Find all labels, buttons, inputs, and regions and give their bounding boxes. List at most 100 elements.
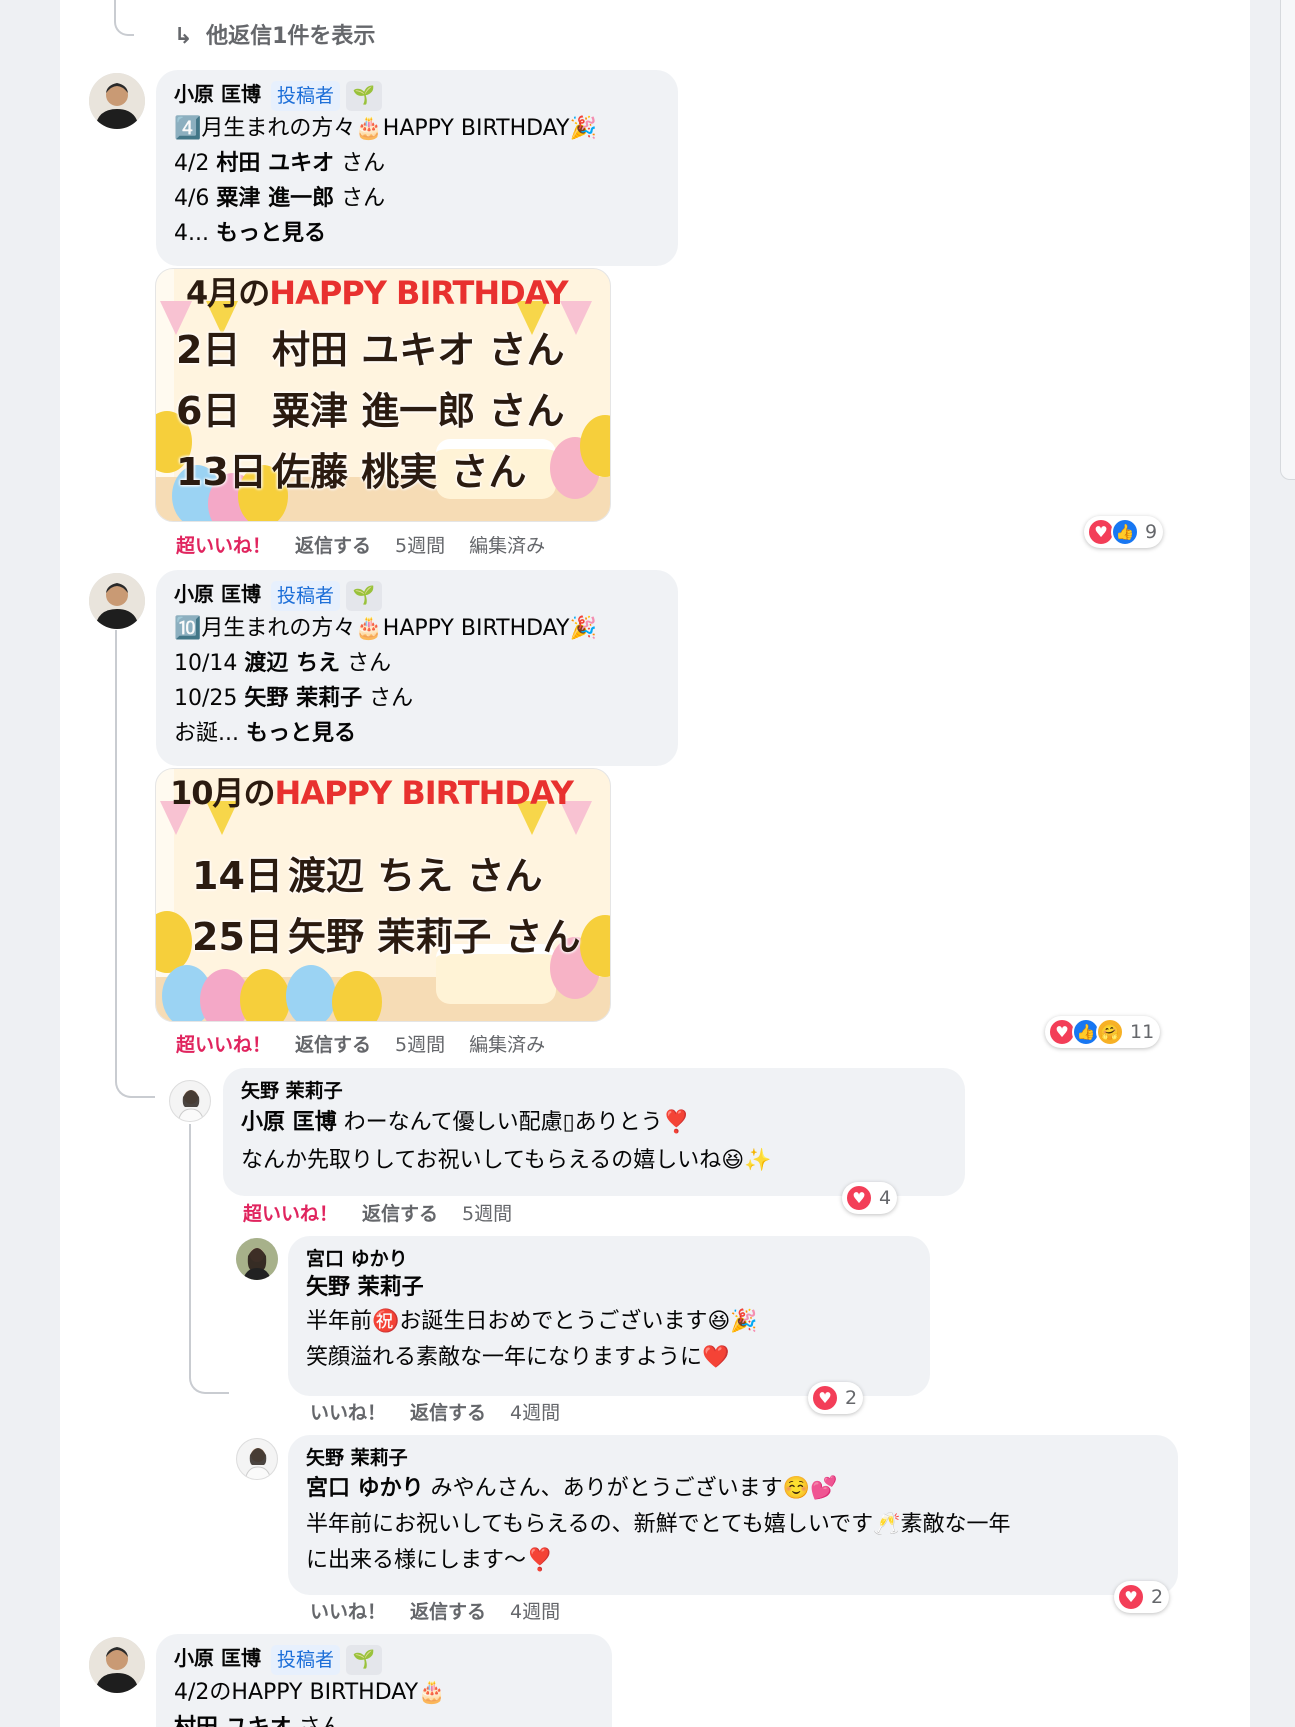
avatar[interactable] [89, 73, 145, 129]
comment-line: 10/25 矢野 茉莉子 さん [174, 685, 414, 711]
comment-line: 10/14 渡辺 ちえ さん [174, 650, 392, 676]
love-button[interactable]: 超いいね！ [176, 1034, 271, 1056]
author-badge: 投稿者 [270, 1644, 340, 1675]
timestamp[interactable]: 4週間 [510, 1601, 560, 1623]
reply-button[interactable]: 返信する [362, 1203, 438, 1225]
reaction-count: 9 [1145, 521, 1158, 543]
reply-bubble: 宮口 ゆかり 矢野 茉莉子 半年前㊗️お誕生日おめでとうございます😆🎉 笑顔溢れ… [288, 1236, 930, 1396]
scrollbar[interactable] [1280, 0, 1295, 480]
comment-author[interactable]: 小原 匡博 投稿者 🌱 [174, 80, 660, 111]
reply-actions: いいね！ 返信する 4週間 [310, 1400, 584, 1426]
sprout-icon: 🌱 [345, 580, 382, 611]
card-title: 10月のHAPPY BIRTHDAY [170, 774, 574, 812]
see-more-link[interactable]: もっと見る [246, 721, 356, 746]
sprout-icon: 🌱 [345, 1644, 382, 1675]
reaction-summary[interactable]: ♥ 2 [808, 1382, 864, 1414]
card-row: 25日 矢野 茉莉子 さん [192, 915, 581, 959]
mention[interactable]: 小原 匡博 [241, 1110, 337, 1135]
reply-button[interactable]: 返信する [410, 1601, 486, 1623]
reaction-summary[interactable]: ♥ 2 [1114, 1581, 1170, 1613]
mention[interactable]: 村田 ユキオ [174, 1715, 292, 1727]
mention[interactable]: 宮口 ゆかり [306, 1476, 424, 1501]
card-row: 2日 村田 ユキオ さん [176, 328, 565, 372]
like-button[interactable]: いいね！ [310, 1402, 386, 1424]
author-badge: 投稿者 [270, 80, 340, 111]
comment-feed: ↳ 他返信1件を表示 小原 匡博 投稿者 🌱 4️⃣月生まれの方々🎂HAPPY BI… [60, 0, 1250, 1727]
reply-line: に出来る様にします〜❣️ [306, 1548, 554, 1573]
see-more-link[interactable]: もっと見る [216, 221, 326, 246]
reply-line: 半年前にお祝いしてもらえるの、新鮮でとても嬉しいです🥂素敵な一年 [306, 1512, 1011, 1537]
birthday-image[interactable]: 10月のHAPPY BIRTHDAY 14日 渡辺 ちえ さん 25日 矢野 茉莉子… [155, 768, 611, 1022]
comment-line: 4/2 村田 ユキオ さん [174, 150, 386, 176]
timestamp[interactable]: 5週間 [462, 1203, 512, 1225]
author-name[interactable]: 小原 匡博 [174, 82, 261, 106]
reaction-count: 2 [1151, 1586, 1164, 1608]
reaction-count: 11 [1130, 1021, 1155, 1043]
avatar[interactable] [236, 1438, 278, 1480]
author-name[interactable]: 小原 匡博 [174, 582, 261, 606]
reply-actions: 超いいね！ 返信する 5週間 [243, 1201, 536, 1227]
comment-bubble: 小原 匡博 投稿者 🌱 4️⃣月生まれの方々🎂HAPPY BIRTHDAY🎉 4/2… [156, 70, 678, 266]
reply-button[interactable]: 返信する [295, 1034, 371, 1056]
like-icon: 👍 [1111, 518, 1139, 546]
heart-icon: ♥ [1117, 1583, 1145, 1611]
reply-actions: いいね！ 返信する 4週間 [310, 1599, 584, 1625]
edited-label: 編集済み [469, 1034, 546, 1056]
thread-line [115, 630, 155, 1098]
timestamp[interactable]: 4週間 [510, 1402, 560, 1424]
reply-button[interactable]: 返信する [410, 1402, 486, 1424]
like-button[interactable]: いいね！ [310, 1601, 386, 1623]
reply-arrow-icon: ↳ [174, 24, 193, 49]
avatar[interactable] [236, 1238, 278, 1280]
mention[interactable]: 渡辺 ちえ [244, 651, 340, 676]
care-icon: 🤗 [1096, 1018, 1124, 1046]
more-replies-link[interactable]: ↳ 他返信1件を表示 [174, 18, 375, 50]
timestamp[interactable]: 5週間 [395, 1034, 445, 1056]
avatar[interactable] [89, 1637, 145, 1693]
comment-line: 🔟月生まれの方々🎂HAPPY BIRTHDAY🎉 [174, 615, 597, 641]
comment-line: 4... もっと見る [174, 220, 326, 246]
comment-line: お誕... もっと見る [174, 720, 356, 746]
reply-bubble: 矢野 茉莉子 小原 匡博 わーなんて優しい配慮▯ありとう❣️ なんか先取りしてお… [223, 1068, 965, 1196]
reply-line: 笑顔溢れる素敵な一年になりますように❤️ [306, 1345, 730, 1370]
avatar[interactable] [169, 1080, 211, 1122]
card-title: 4月のHAPPY BIRTHDAY [186, 274, 569, 312]
author-name[interactable]: 小原 匡博 [174, 1646, 261, 1670]
sprout-icon: 🌱 [345, 80, 382, 111]
thread-line [114, 0, 134, 36]
comment-author[interactable]: 小原 匡博 投稿者 🌱 [174, 580, 660, 611]
edited-label: 編集済み [469, 535, 546, 557]
birthday-image[interactable]: 4月のHAPPY BIRTHDAY 2日 村田 ユキオ さん 6日 粟津 進一郎 さ… [155, 268, 611, 522]
reply-line: 宮口 ゆかり みやんさん、ありがとうございます☺️💕 [306, 1476, 838, 1501]
heart-icon: ♥ [845, 1184, 873, 1212]
mention[interactable]: 村田 ユキオ [216, 151, 334, 176]
mention[interactable]: 矢野 茉莉子 [244, 686, 362, 711]
reply-button[interactable]: 返信する [295, 535, 371, 557]
comment-bubble: 小原 匡博 投稿者 🌱 🔟月生まれの方々🎂HAPPY BIRTHDAY🎉 10/14… [156, 570, 678, 766]
reply-author[interactable]: 矢野 茉莉子 [241, 1078, 947, 1104]
love-button[interactable]: 超いいね！ [243, 1203, 338, 1225]
reply-line: なんか先取りしてお祝いしてもらえるの嬉しいね😆✨ [241, 1148, 772, 1173]
heart-icon: ♥ [811, 1384, 839, 1412]
reply-bubble: 矢野 茉莉子 宮口 ゆかり みやんさん、ありがとうございます☺️💕 半年前にお祝… [288, 1435, 1178, 1595]
mention[interactable]: 粟津 進一郎 [216, 186, 334, 211]
reply-author[interactable]: 宮口 ゆかり [306, 1246, 912, 1272]
comment-author[interactable]: 小原 匡博 投稿者 🌱 [174, 1644, 594, 1675]
reply-author[interactable]: 矢野 茉莉子 [306, 1445, 1160, 1471]
comment-line: 村田 ユキオ さん [174, 1710, 594, 1727]
reply-line: 矢野 茉莉子 [306, 1272, 912, 1304]
avatar[interactable] [89, 573, 145, 629]
more-replies-label: 他返信1件を表示 [206, 24, 376, 49]
reaction-count: 4 [879, 1187, 892, 1209]
timestamp[interactable]: 5週間 [395, 535, 445, 557]
reaction-summary[interactable]: ♥ 👍 9 [1084, 516, 1164, 548]
reply-line: 小原 匡博 わーなんて優しい配慮▯ありとう❣️ [241, 1110, 691, 1135]
mention[interactable]: 矢野 茉莉子 [306, 1275, 424, 1300]
reply-line: 半年前㊗️お誕生日おめでとうございます😆🎉 [306, 1309, 758, 1334]
reaction-summary[interactable]: ♥ 👍 🤗 11 [1045, 1016, 1161, 1048]
reaction-summary[interactable]: ♥ 4 [842, 1182, 898, 1214]
love-button[interactable]: 超いいね！ [176, 535, 271, 557]
comment-actions: 超いいね！ 返信する 5週間 編集済み [176, 533, 569, 559]
comment-actions: 超いいね！ 返信する 5週間 編集済み [176, 1032, 569, 1058]
comment-line: 4/6 粟津 進一郎 さん [174, 185, 386, 211]
